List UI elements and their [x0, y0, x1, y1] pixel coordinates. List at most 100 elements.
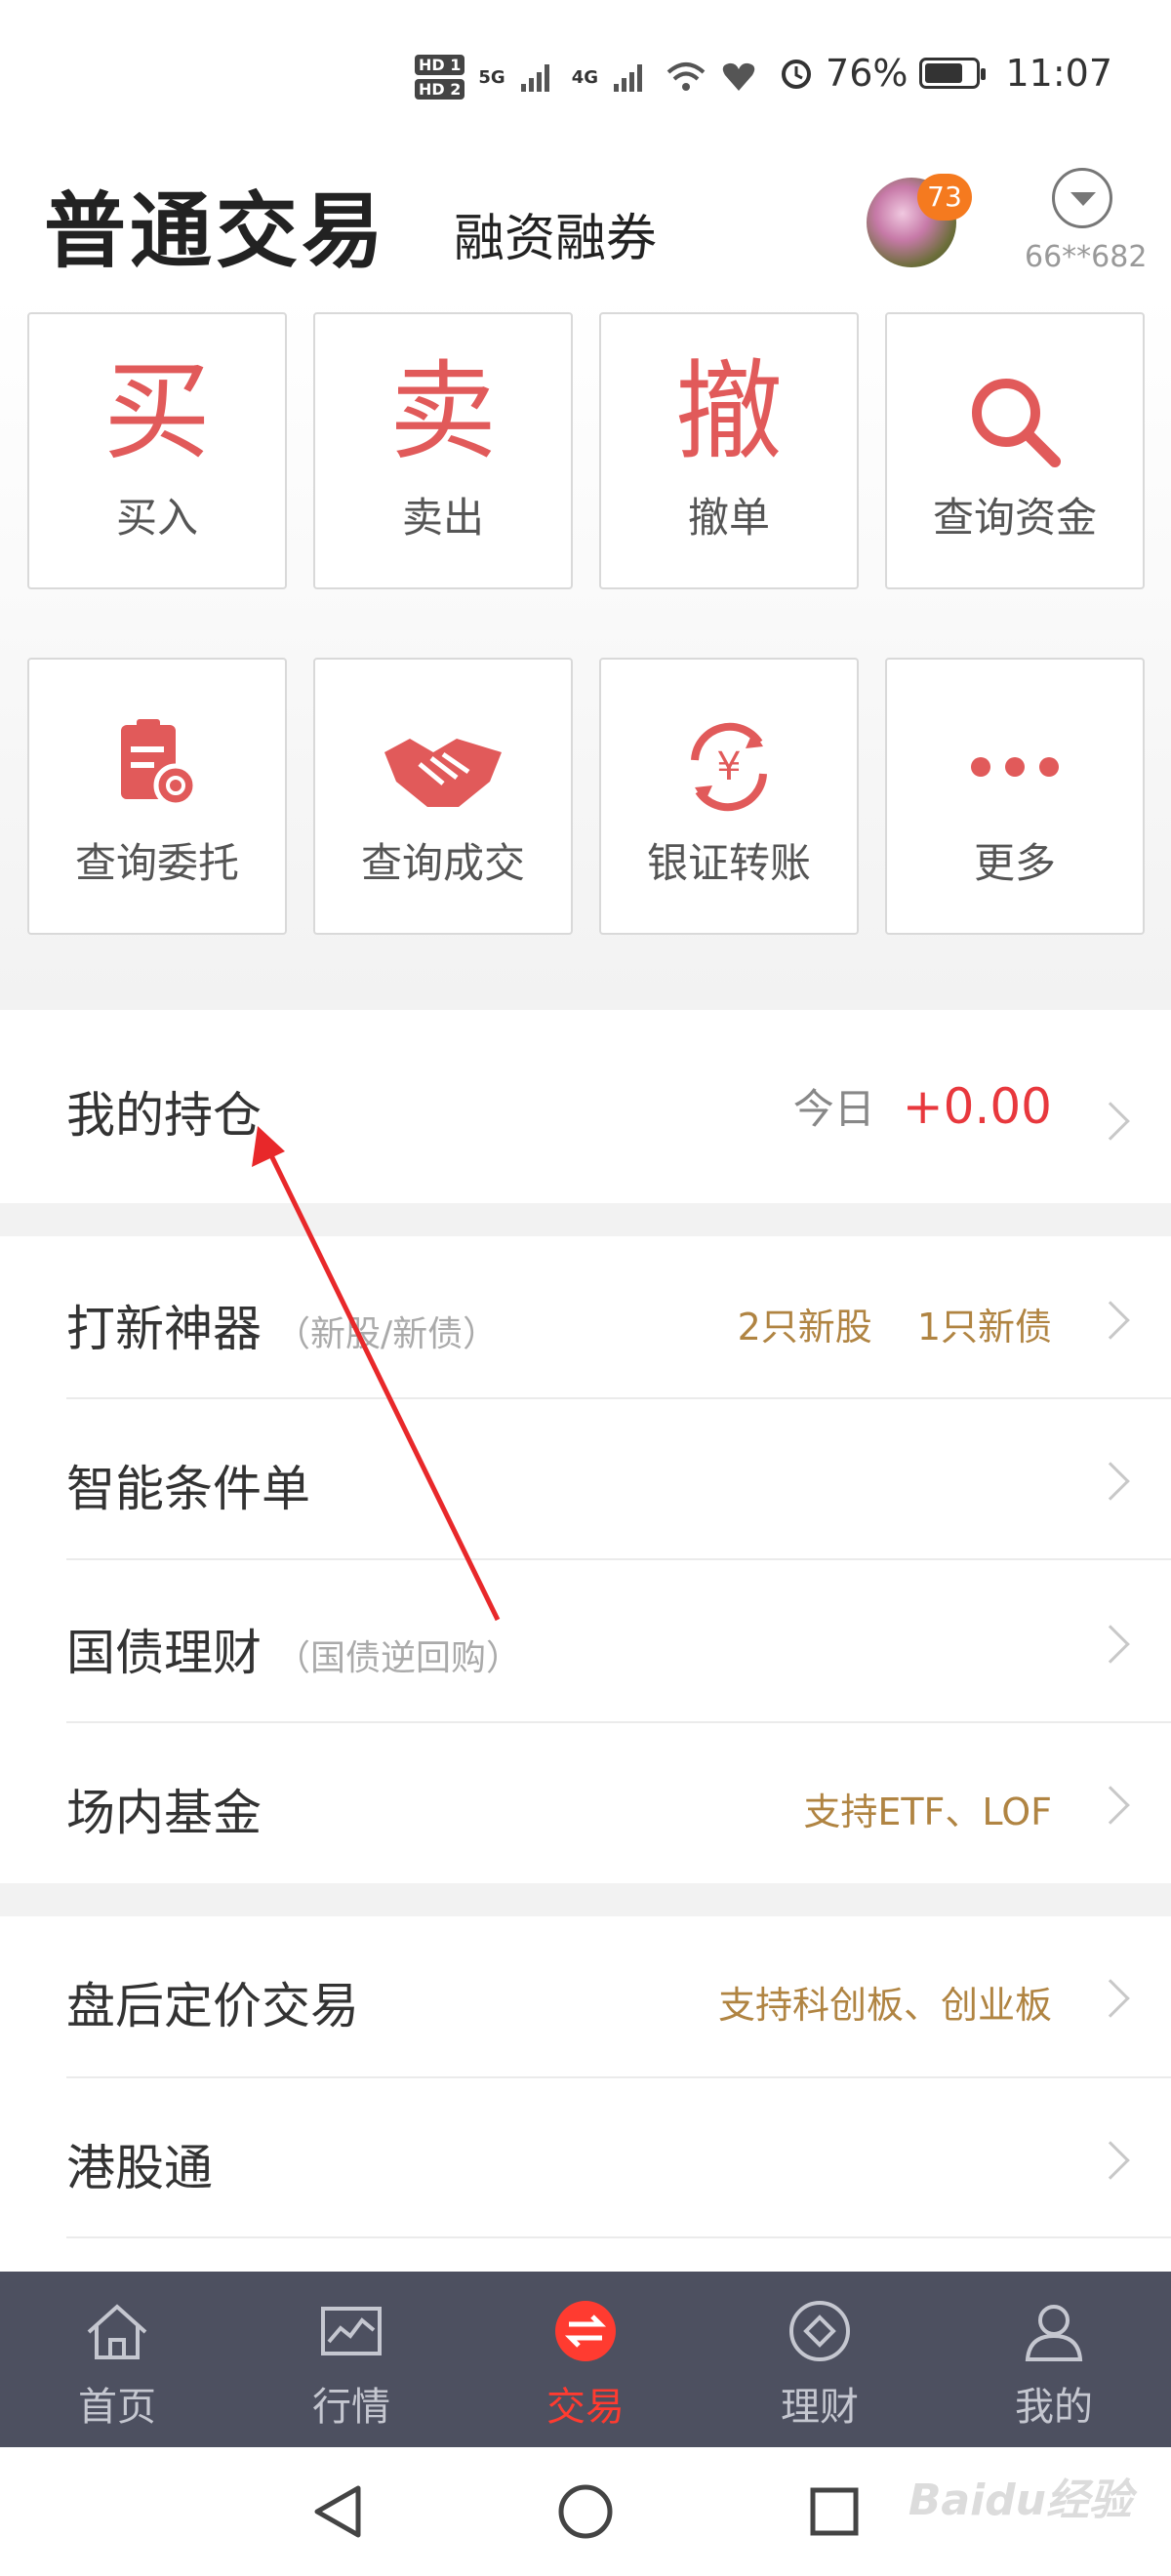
exchange-icon	[551, 2297, 620, 2365]
tab-home[interactable]: 首页	[0, 2272, 234, 2447]
notification-badge: 73	[917, 174, 972, 221]
exchange-fund-row[interactable]: 场内基金 支持ETF、LOF	[0, 1723, 1171, 1883]
ipo-tool-label: 打新神器 （新股/新债）	[66, 1290, 498, 1360]
hd2-indicator: HD 2	[415, 79, 465, 100]
ipo-tool-hint: （新股/新债）	[275, 1314, 499, 1354]
battery-fill	[925, 63, 963, 83]
buy-glyph-icon: 买	[103, 349, 211, 474]
bank-transfer-button[interactable]: ¥ 银证转账	[599, 658, 859, 935]
cancel-glyph-icon: 撤	[675, 349, 783, 474]
tab-trade-label: 交易	[546, 2385, 625, 2430]
today-pnl-value: +0.00	[902, 1078, 1052, 1135]
query-trades-label: 查询成交	[360, 839, 525, 887]
chevron-right-icon	[1091, 1102, 1130, 1141]
exchange-fund-label: 场内基金	[66, 1785, 262, 1841]
hk-connect-row[interactable]: 港股通	[0, 2078, 1171, 2272]
yuan-transfer-icon: ¥	[675, 713, 783, 821]
chevron-right-icon	[1091, 1979, 1130, 2018]
buy-button[interactable]: 买 买入	[27, 312, 287, 589]
hd1-indicator: HD 1	[415, 55, 465, 75]
sell-label: 卖出	[401, 494, 484, 542]
search-icon	[961, 368, 1069, 475]
holdings-row[interactable]: 我的持仓 今日 +0.00	[0, 1010, 1171, 1203]
chevron-right-icon	[1091, 1625, 1130, 1664]
quick-action-grid: 买 买入 卖 卖出 撤 撤单 查询资金 查询委托 查询成交 ¥ 银证转账 更多	[0, 293, 1171, 1010]
wifi-icon	[666, 62, 706, 91]
status-right: 76% 11:07	[779, 52, 1112, 95]
section-gap	[0, 1203, 1171, 1236]
network-type: 5G	[478, 66, 505, 88]
battery-icon	[919, 58, 987, 89]
after-hours-trading-note: 支持科创板、创业板	[717, 1984, 1052, 2027]
query-funds-label: 查询资金	[932, 494, 1097, 542]
page-title[interactable]: 普通交易	[44, 166, 387, 284]
tab-mine-label: 我的	[1015, 2385, 1093, 2430]
baidu-jingyan-watermark: Baidu经验	[908, 2475, 1132, 2525]
query-trades-button[interactable]: 查询成交	[313, 658, 573, 935]
clock: 11:07	[1005, 52, 1112, 95]
status-bar: HD 1 HD 2 5G 4G 76% 11:07	[0, 0, 1171, 146]
chevron-right-icon	[1091, 1462, 1130, 1501]
alarm-icon	[782, 60, 812, 89]
chart-icon	[317, 2297, 385, 2365]
network-type-2: 4G	[571, 66, 598, 88]
after-hours-trading-row[interactable]: 盘后定价交易 支持科创板、创业板	[0, 1916, 1171, 2076]
page-header: 普通交易 融资融券 73 66**682	[0, 156, 1171, 293]
cancel-order-button[interactable]: 撤 撤单	[599, 312, 859, 589]
holdings-today: 今日 +0.00	[793, 1076, 1052, 1136]
home-circle-icon[interactable]	[527, 2447, 644, 2576]
tab-mine[interactable]: 我的	[937, 2272, 1171, 2447]
chevron-right-icon	[1091, 1301, 1130, 1340]
handshake-icon	[375, 713, 511, 821]
after-hours-trading-label: 盘后定价交易	[66, 1978, 359, 2034]
svg-text:¥: ¥	[716, 745, 741, 789]
tab-wealth-label: 理财	[781, 2385, 859, 2430]
query-funds-button[interactable]: 查询资金	[885, 312, 1145, 589]
more-label: 更多	[973, 839, 1056, 887]
smart-condition-order-label: 智能条件单	[66, 1461, 310, 1517]
buy-label: 买入	[115, 494, 198, 542]
home-icon	[83, 2297, 151, 2365]
more-button[interactable]: 更多	[885, 658, 1145, 935]
chevron-right-icon	[1091, 2141, 1130, 2180]
tab-trade[interactable]: 交易	[468, 2272, 703, 2447]
margin-trading-tab[interactable]: 融资融券	[454, 197, 657, 270]
section-gap	[0, 1883, 1171, 1916]
status-left: HD 1 HD 2 5G 4G	[415, 55, 756, 100]
bank-transfer-label: 银证转账	[646, 839, 811, 887]
wealth-icon	[786, 2297, 854, 2365]
today-label: 今日	[792, 1085, 875, 1133]
exchange-fund-note: 支持ETF、LOF	[803, 1791, 1052, 1833]
clipboard-search-icon	[103, 713, 211, 821]
account-id[interactable]: 66**682	[1025, 240, 1147, 274]
new-bond-count: 1只新债	[916, 1306, 1052, 1348]
tab-wealth[interactable]: 理财	[703, 2272, 937, 2447]
recents-square-icon[interactable]	[776, 2447, 893, 2576]
sell-button[interactable]: 卖 卖出	[313, 312, 573, 589]
treasury-repo-label: 国债理财 （国债逆回购）	[66, 1614, 521, 1684]
treasury-repo-title: 国债理财	[66, 1625, 262, 1681]
query-orders-button[interactable]: 查询委托	[27, 658, 287, 935]
sell-glyph-icon: 卖	[389, 349, 497, 474]
treasury-repo-row[interactable]: 国债理财 （国债逆回购）	[0, 1560, 1171, 1722]
ipo-tool-row[interactable]: 打新神器 （新股/新债） 2只新股 1只新债	[0, 1236, 1171, 1398]
chevron-right-icon	[1091, 1786, 1130, 1825]
divider	[66, 2236, 1171, 2238]
account-switch-chevron-icon[interactable]	[1052, 168, 1112, 228]
user-icon	[1020, 2297, 1088, 2365]
back-triangle-icon[interactable]	[278, 2447, 395, 2576]
bottom-tab-bar: 首页 行情 交易 理财 我的	[0, 2272, 1171, 2447]
treasury-repo-hint: （国债逆回购）	[275, 1638, 522, 1678]
ipo-tool-title: 打新神器	[66, 1301, 262, 1357]
smart-condition-order-row[interactable]: 智能条件单	[0, 1399, 1171, 1559]
signal-icon-2	[614, 64, 642, 92]
hk-connect-label: 港股通	[66, 2140, 213, 2196]
more-dots-icon	[961, 713, 1069, 821]
tab-market-label: 行情	[312, 2385, 390, 2430]
health-heart-icon	[722, 62, 755, 91]
hd-indicators: HD 1 HD 2	[415, 55, 465, 100]
tab-market[interactable]: 行情	[234, 2272, 468, 2447]
signal-icon	[520, 64, 549, 92]
new-stock-count: 2只新股	[737, 1306, 872, 1348]
tab-home-label: 首页	[78, 2385, 156, 2430]
